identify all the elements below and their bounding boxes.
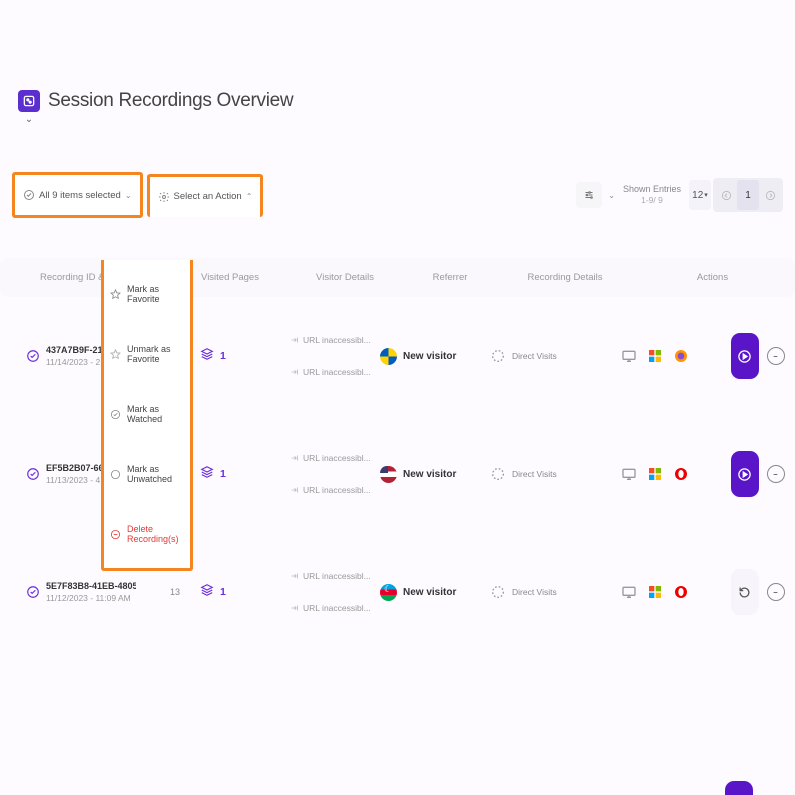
items-selected-dropdown[interactable]: All 9 items selected ⌄ (15, 175, 140, 215)
duration-fragment: 13 (170, 587, 200, 597)
visited-page-count: 1 (220, 350, 226, 362)
recording-id[interactable]: 5E7F83B8-41EB-4805 (46, 581, 136, 591)
visited-url[interactable]: URL inaccessibl... (290, 603, 380, 613)
menu-unmark-favorite[interactable]: Unmark as Favorite (104, 324, 190, 384)
check-circle-icon (110, 409, 121, 420)
windows-icon (647, 466, 663, 482)
per-page-select[interactable]: 12▾ (689, 180, 711, 210)
col-actions: Actions (630, 272, 795, 283)
col-visitor-details[interactable]: Visitor Details (290, 272, 400, 283)
col-recording-details[interactable]: Recording Details (500, 272, 630, 283)
arrow-enter-icon (290, 571, 300, 581)
referrer-label: Direct Visits (512, 469, 557, 479)
flag-icon (380, 348, 397, 365)
desktop-icon (621, 466, 637, 482)
check-circle-icon[interactable] (26, 349, 40, 363)
check-circle-icon (23, 189, 35, 201)
desktop-icon (621, 584, 637, 600)
menu-mark-favorite[interactable]: Mark as Favorite (104, 264, 190, 324)
arrow-enter-icon (290, 335, 300, 345)
windows-icon (647, 584, 663, 600)
shown-entries: Shown Entries 1-9/ 9 (623, 183, 681, 207)
minus-button[interactable] (767, 465, 785, 483)
gear-icon (158, 191, 170, 203)
visitor-label[interactable]: New visitor (403, 469, 456, 480)
check-circle-icon[interactable] (26, 585, 40, 599)
visited-page-count: 1 (220, 586, 226, 598)
flag-icon (380, 584, 397, 601)
play-button[interactable] (731, 451, 759, 497)
layers-icon (200, 583, 214, 602)
minus-button[interactable] (767, 583, 785, 601)
visitor-label[interactable]: New visitor (403, 587, 456, 598)
settings-chevron-icon[interactable]: ⌄ (608, 191, 615, 200)
visited-url[interactable]: URL inaccessibl... (290, 453, 380, 463)
replay-button[interactable] (731, 569, 759, 615)
prev-page-button[interactable] (715, 180, 737, 210)
select-action-label: Select an Action (174, 191, 242, 202)
visited-url[interactable]: URL inaccessibl... (290, 485, 380, 495)
app-icon[interactable]: ⌄ (18, 90, 40, 112)
opera-icon (673, 584, 689, 600)
next-page-button[interactable] (759, 180, 781, 210)
settings-button[interactable] (576, 182, 602, 208)
check-circle-icon[interactable] (26, 467, 40, 481)
visited-url[interactable]: URL inaccessibl... (290, 571, 380, 581)
arrow-enter-icon (290, 485, 300, 495)
arrow-enter-icon (290, 603, 300, 613)
items-selected-label: All 9 items selected (39, 190, 121, 201)
dashed-circle-icon (490, 466, 506, 482)
menu-delete-recordings[interactable]: Delete Recording(s) (104, 504, 190, 564)
layers-icon (200, 347, 214, 366)
visitor-label[interactable]: New visitor (403, 351, 456, 362)
page-title: Session Recordings Overview (48, 90, 293, 112)
arrow-enter-icon (290, 367, 300, 377)
opera-icon (673, 466, 689, 482)
chevron-down-icon[interactable]: ⌄ (18, 114, 40, 125)
flag-icon (380, 466, 397, 483)
star-icon (110, 289, 121, 300)
next-row-play-peek[interactable] (725, 781, 753, 795)
menu-mark-watched[interactable]: Mark as Watched (104, 384, 190, 444)
recording-date: 11/12/2023 - 11:09 AM (46, 593, 136, 603)
dashed-circle-icon (490, 584, 506, 600)
visited-url[interactable]: URL inaccessibl... (290, 335, 380, 345)
star-outline-icon (110, 349, 121, 360)
firefox-icon (673, 348, 689, 364)
select-action-dropdown[interactable]: Select an Action ⌃ (150, 177, 261, 217)
referrer-label: Direct Visits (512, 587, 557, 597)
delete-circle-icon (110, 529, 121, 540)
minus-button[interactable] (767, 347, 785, 365)
page-number[interactable]: 1 (737, 180, 759, 210)
windows-icon (647, 348, 663, 364)
arrow-enter-icon (290, 453, 300, 463)
referrer-label: Direct Visits (512, 351, 557, 361)
play-button[interactable] (731, 333, 759, 379)
action-dropdown-menu: Mark as Favorite Unmark as Favorite Mark… (101, 260, 193, 571)
menu-mark-unwatched[interactable]: Mark as Unwatched (104, 444, 190, 504)
chevron-up-icon: ⌃ (246, 192, 253, 201)
visited-page-count: 1 (220, 468, 226, 480)
desktop-icon (621, 348, 637, 364)
chevron-down-icon: ⌄ (125, 191, 132, 200)
dashed-circle-icon (490, 348, 506, 364)
layers-icon (200, 465, 214, 484)
col-referrer[interactable]: Referrer (400, 272, 500, 283)
visited-url[interactable]: URL inaccessibl... (290, 367, 380, 377)
circle-icon (110, 469, 121, 480)
